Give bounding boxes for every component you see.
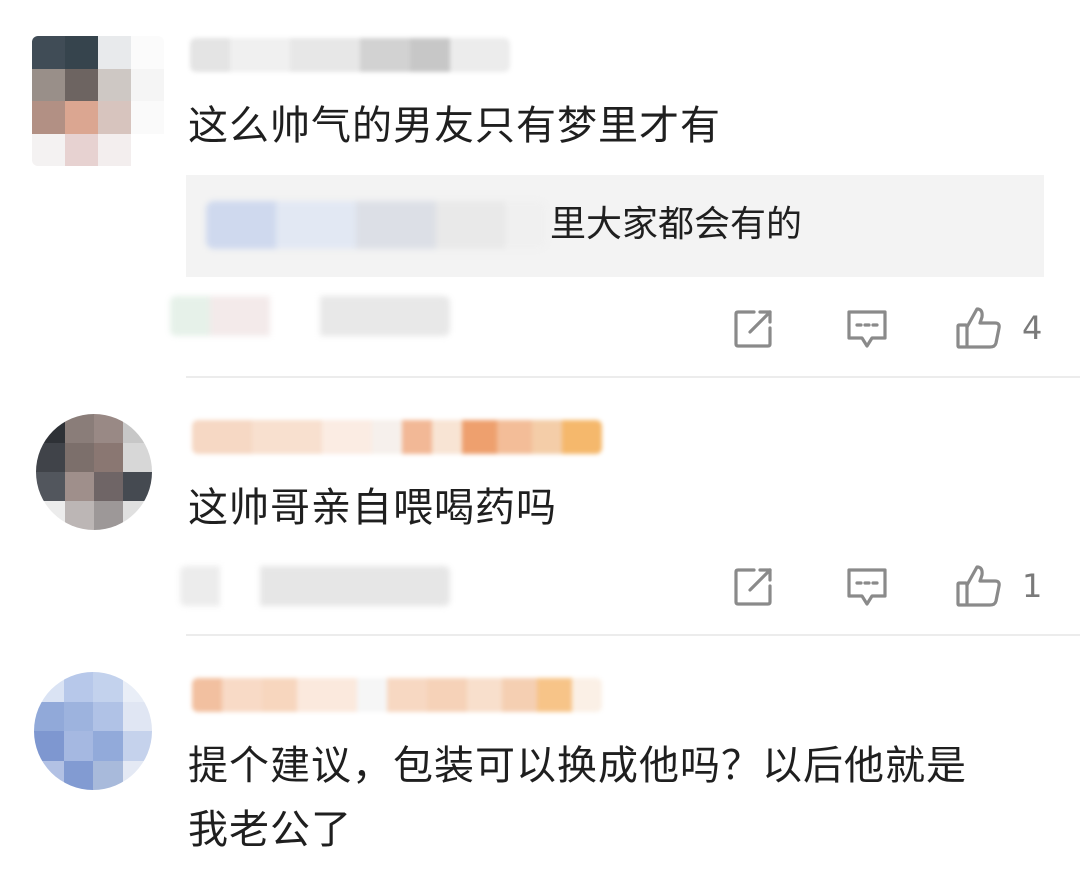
share-icon [734, 310, 772, 348]
share-button[interactable] [730, 306, 776, 352]
reply-button[interactable] [844, 564, 890, 610]
comment-text: 这帅哥亲自喂喝药吗 [188, 485, 557, 531]
avatar[interactable] [32, 36, 164, 166]
timestamp-blurred [180, 566, 450, 606]
comment-text-line1: 提个建议，包装可以换成他吗？以后他就是 [188, 743, 967, 789]
username-blurred[interactable] [192, 678, 602, 712]
thumbs-up-icon [956, 565, 1001, 607]
divider [186, 376, 1080, 378]
avatar[interactable] [36, 414, 152, 530]
share-icon [734, 568, 772, 606]
reply-quote[interactable]: 里大家都会有的 [186, 175, 1044, 277]
username-blurred[interactable] [192, 420, 602, 454]
like-count: 1 [1022, 567, 1043, 605]
username-blurred[interactable] [190, 38, 510, 72]
comment-icon [847, 568, 887, 606]
reply-button[interactable] [844, 306, 890, 352]
comment-text: 这么帅气的男友只有梦里才有 [188, 103, 721, 149]
avatar[interactable] [34, 672, 152, 790]
comment-icon [847, 310, 887, 348]
like-button[interactable] [954, 304, 1004, 352]
reply-text: 里大家都会有的 [550, 204, 803, 245]
reply-author-blurred [206, 201, 546, 249]
like-count: 4 [1022, 309, 1043, 347]
divider [186, 634, 1080, 636]
timestamp-blurred [170, 296, 450, 336]
thumbs-up-icon [956, 307, 1001, 349]
like-button[interactable] [954, 562, 1004, 610]
share-button[interactable] [730, 564, 776, 610]
comment-text-line2: 我老公了 [188, 807, 352, 853]
